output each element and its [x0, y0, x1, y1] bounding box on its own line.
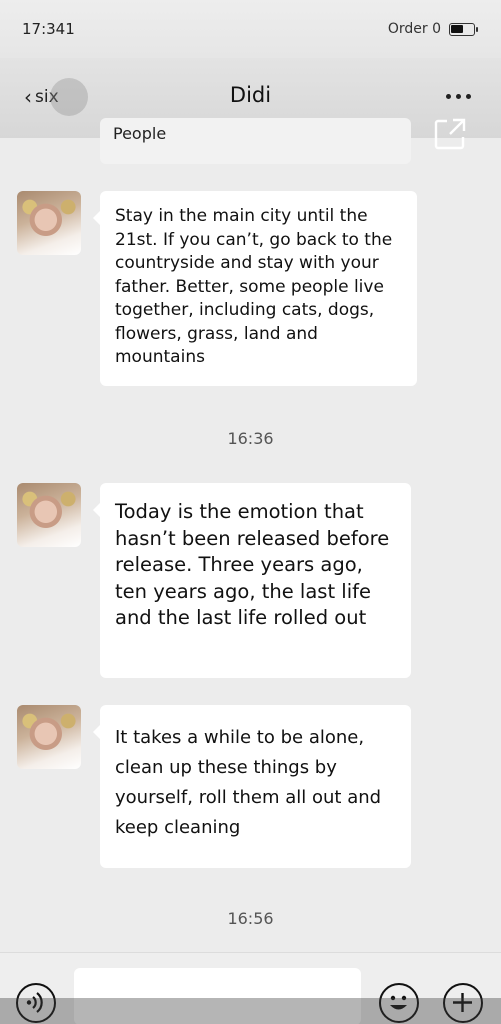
plus-icon: [453, 993, 472, 1012]
emoji-icon: [390, 995, 407, 1010]
voice-button[interactable]: [16, 983, 56, 1023]
avatar[interactable]: [17, 191, 81, 255]
message-bubble-partial: People: [100, 118, 411, 164]
status-carrier: Order 0: [387, 21, 441, 37]
emoji-button[interactable]: [379, 983, 419, 1023]
battery-icon: [449, 22, 478, 36]
message-bubble: It takes a while to be alone, clean up t…: [93, 705, 411, 868]
avatar[interactable]: [17, 483, 81, 547]
more-dots-icon[interactable]: [446, 94, 471, 99]
timestamp: 16:56: [227, 909, 274, 928]
status-time: 17:341: [22, 20, 75, 38]
avatar[interactable]: [17, 705, 81, 769]
status-bar: 17:341 Order 0: [0, 0, 501, 58]
chat-title: Didi: [229, 83, 272, 107]
share-icon[interactable]: [433, 117, 467, 151]
status-right: Order 0: [387, 21, 478, 37]
timestamp: 16:36: [227, 429, 274, 448]
message-input[interactable]: [74, 968, 361, 1024]
message-bubble: Stay in the main city until the 21st. If…: [93, 191, 417, 386]
input-bar: [0, 952, 501, 1024]
plus-button[interactable]: [443, 983, 483, 1023]
message-bubble: Today is the emotion that hasn’t been re…: [93, 483, 411, 678]
voice-icon: [26, 992, 43, 1013]
